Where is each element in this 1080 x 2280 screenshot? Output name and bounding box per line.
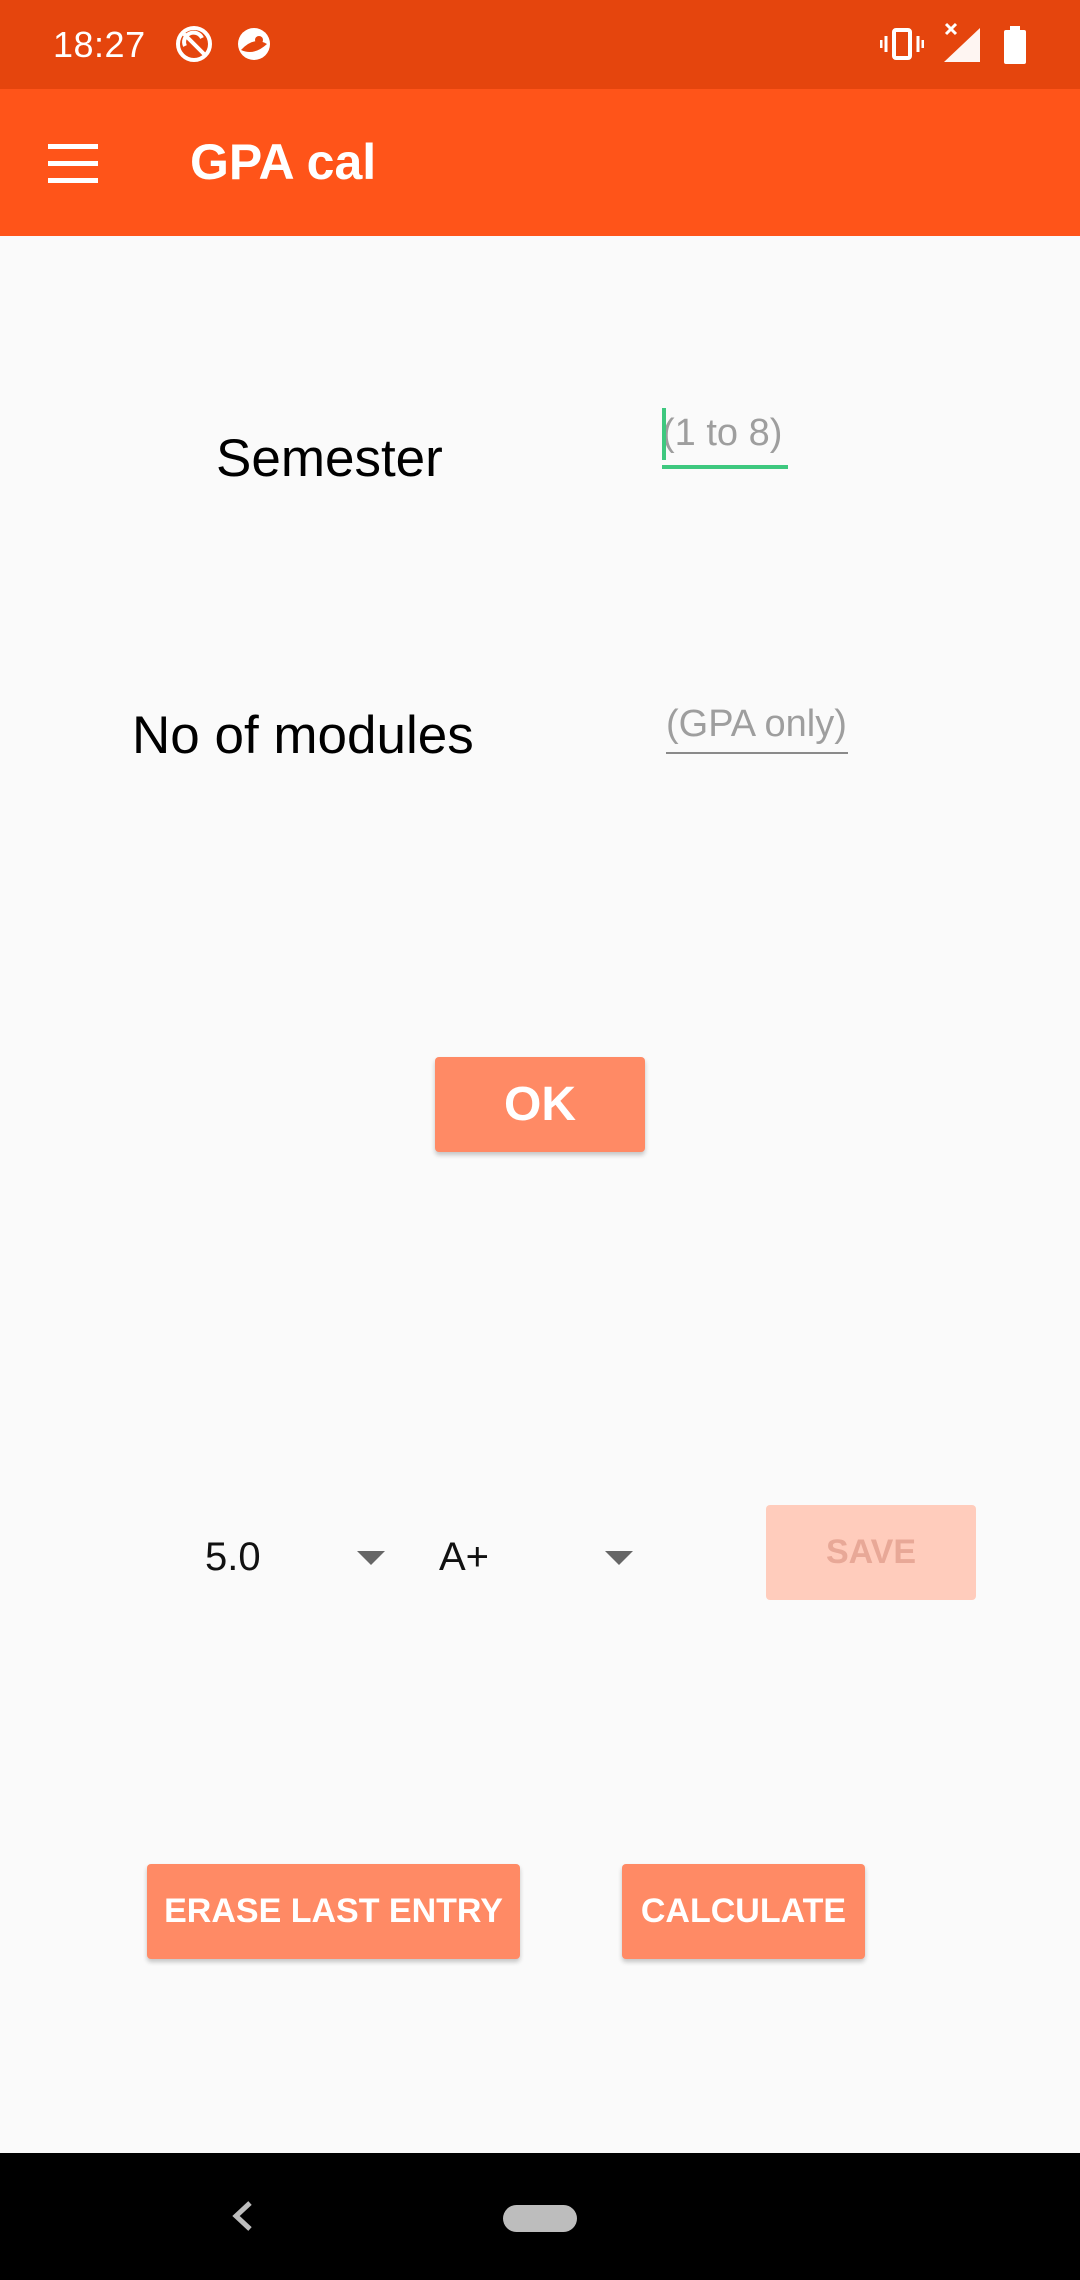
dropdown-arrow-icon bbox=[605, 1551, 633, 1565]
semester-input[interactable] bbox=[660, 408, 792, 462]
credit-value: 5.0 bbox=[205, 1535, 261, 1579]
save-button[interactable]: SAVE bbox=[766, 1505, 976, 1600]
grade-value: A+ bbox=[439, 1535, 490, 1579]
credit-spinner[interactable]: 5.0 bbox=[205, 1515, 390, 1595]
ok-button[interactable]: OK bbox=[435, 1057, 645, 1152]
calculate-button[interactable]: CALCULATE bbox=[622, 1864, 865, 1959]
app-notification-icon bbox=[238, 28, 270, 60]
semester-label: Semester bbox=[216, 429, 443, 488]
signal-no-data-icon bbox=[944, 22, 980, 62]
modules-label: No of modules bbox=[132, 706, 474, 765]
do-not-disturb-icon bbox=[176, 26, 212, 62]
dropdown-arrow-icon bbox=[357, 1551, 385, 1565]
app-bar: GPA cal bbox=[0, 89, 1080, 236]
grade-spinner[interactable]: A+ bbox=[439, 1515, 639, 1595]
modules-input[interactable] bbox=[664, 699, 854, 753]
hamburger-menu-icon[interactable] bbox=[40, 132, 106, 194]
modules-input-underline bbox=[666, 752, 848, 754]
app-title: GPA cal bbox=[190, 134, 377, 190]
semester-input-underline bbox=[662, 465, 788, 469]
status-bar: 18:27 bbox=[0, 0, 1080, 89]
text-cursor bbox=[662, 408, 666, 460]
status-time: 18:27 bbox=[53, 24, 146, 65]
erase-last-entry-button[interactable]: ERASE LAST ENTRY bbox=[147, 1864, 520, 1959]
vibrate-icon bbox=[880, 28, 924, 60]
battery-icon bbox=[1004, 26, 1026, 64]
back-icon[interactable] bbox=[222, 2191, 262, 2241]
home-pill-button[interactable] bbox=[503, 2205, 577, 2232]
